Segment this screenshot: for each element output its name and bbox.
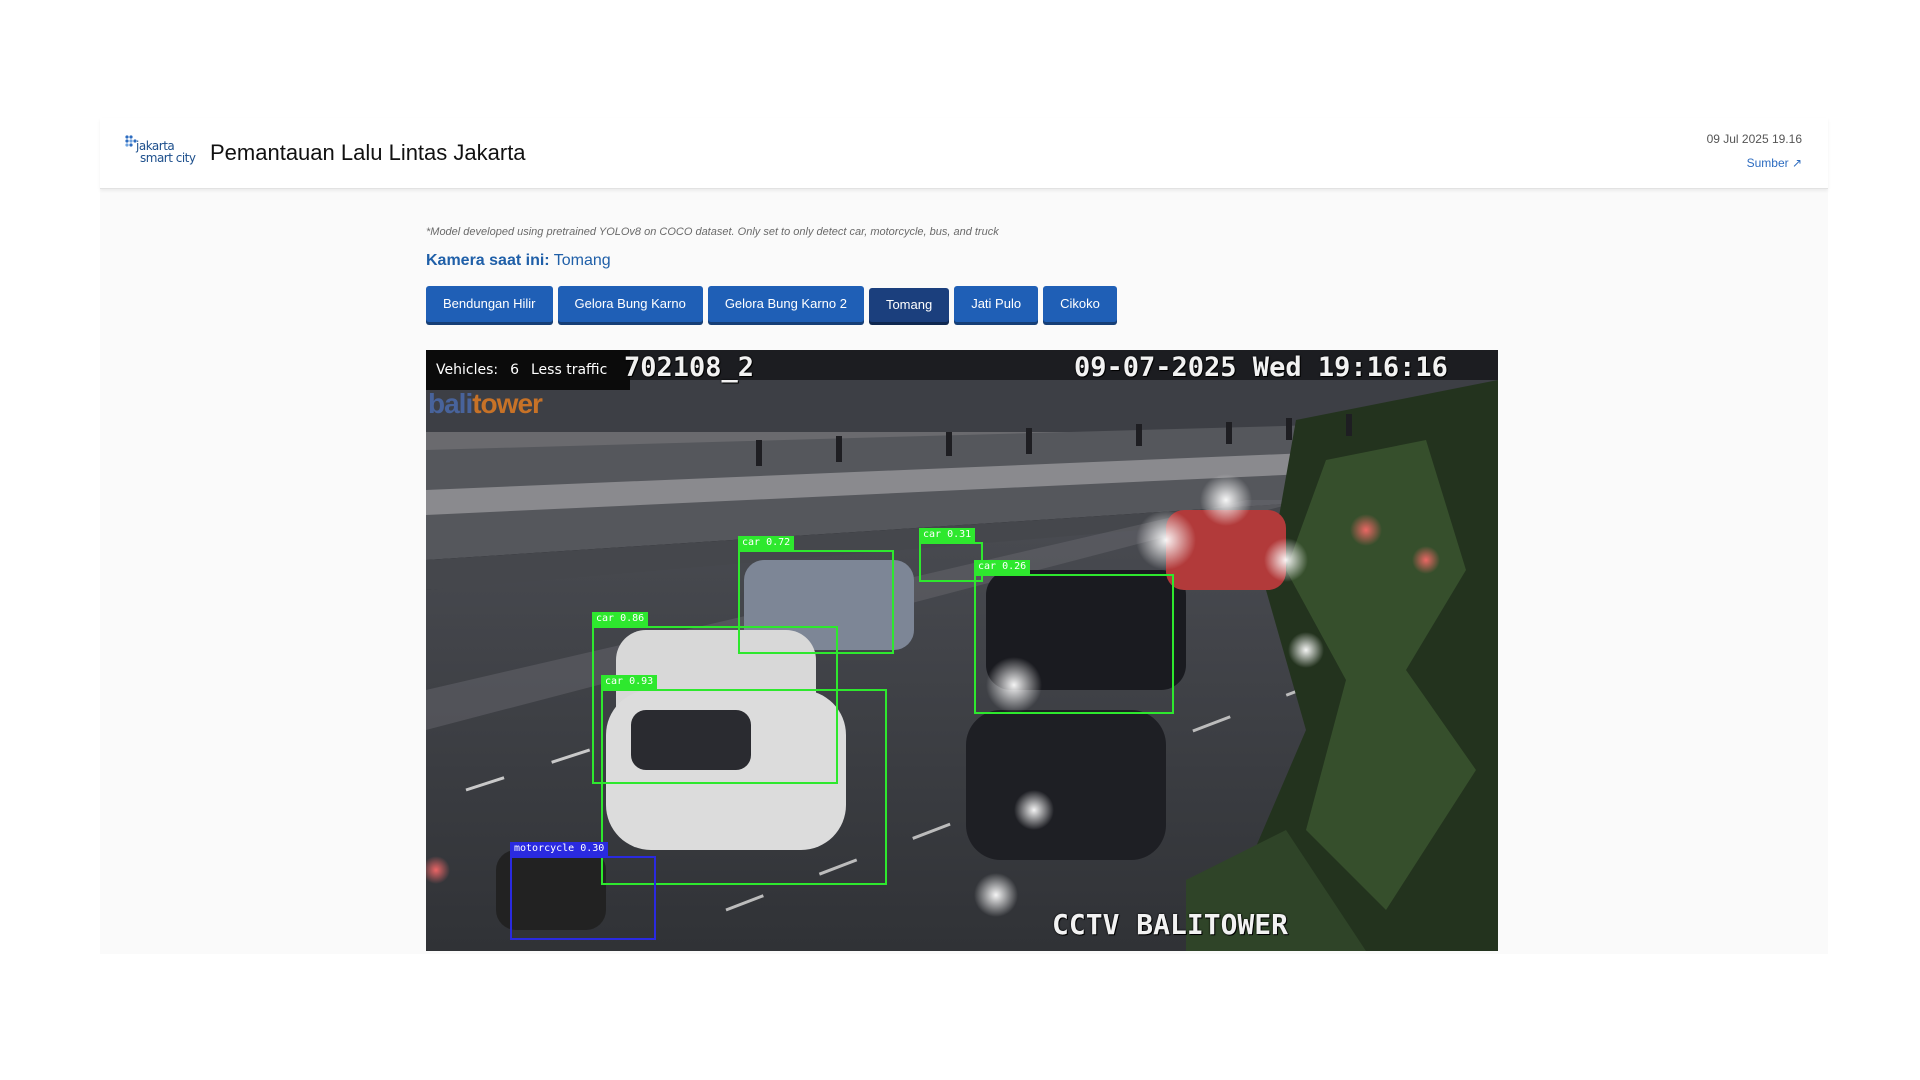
camera-button-bendungan-hilir[interactable]: Bendungan Hilir — [426, 286, 553, 322]
traffic-status: Less traffic — [531, 362, 608, 378]
camera-button-row: Bendungan Hilir Gelora Bung Karno Gelora B… — [426, 286, 1506, 324]
vehicles-label: Vehicles: — [436, 362, 499, 378]
current-camera-value: Tomang — [553, 252, 611, 269]
current-camera-label: Kamera saat ini: — [426, 252, 550, 269]
camera-id-osd: 702108_2 — [624, 352, 755, 383]
datetime-osd: 09-07-2025 Wed 19:16:16 — [1074, 352, 1448, 383]
watermark-part-a: bali — [428, 388, 473, 419]
camera-button-gelora-bung-karno-2[interactable]: Gelora Bung Karno 2 — [707, 286, 864, 322]
camera-button-cikoko[interactable]: Cikoko — [1043, 286, 1117, 322]
detection-label: car 0.31 — [919, 528, 976, 542]
detection-label: motorcycle 0.30 — [510, 842, 609, 856]
main-content: *Model developed using pretrained YOLOv8… — [426, 226, 1506, 951]
detection-box-motorcycle: motorcycle 0.30 — [510, 842, 656, 940]
logo-text-smart-city: smart city — [140, 151, 196, 165]
camera-button-tomang[interactable]: Tomang — [868, 288, 950, 322]
cctv-feed-image: Vehicles: 6 Less traffic 702108_2 09-07-20… — [426, 350, 1498, 951]
detection-box-car: car 0.26 — [974, 560, 1174, 714]
cctv-brand-osd: CCTV BALITOWER — [1052, 908, 1289, 941]
camera-button-jati-pulo[interactable]: Jati Pulo — [954, 286, 1039, 322]
top-header: jakarta smart city Pemantauan Lalu Linta… — [100, 118, 1828, 189]
page-title: Pemantauan Lalu Lintas Jakarta — [210, 140, 526, 165]
jakarta-smart-city-logo[interactable]: jakarta smart city — [124, 132, 196, 170]
current-camera-line: Kamera saat ini: Tomang — [426, 252, 1506, 270]
detection-label: car 0.86 — [592, 612, 649, 626]
model-note: *Model developed using pretrained YOLOv8… — [426, 226, 999, 238]
detection-label: car 0.93 — [601, 675, 658, 689]
vehicle-count-overlay: Vehicles: 6 Less traffic — [426, 350, 630, 390]
source-link[interactable]: Sumber ↗ — [1747, 156, 1802, 170]
camera-button-gelora-bung-karno[interactable]: Gelora Bung Karno — [557, 286, 703, 322]
last-updated-timestamp: 09 Jul 2025 19.16 — [1706, 132, 1802, 146]
vehicles-count: 6 — [510, 362, 519, 378]
detection-label: car 0.26 — [974, 560, 1031, 574]
balitower-watermark: balitower — [428, 388, 543, 420]
app-container: jakarta smart city Pemantauan Lalu Linta… — [100, 118, 1828, 954]
detection-label: car 0.72 — [738, 536, 795, 550]
watermark-part-b: tower — [472, 388, 543, 419]
